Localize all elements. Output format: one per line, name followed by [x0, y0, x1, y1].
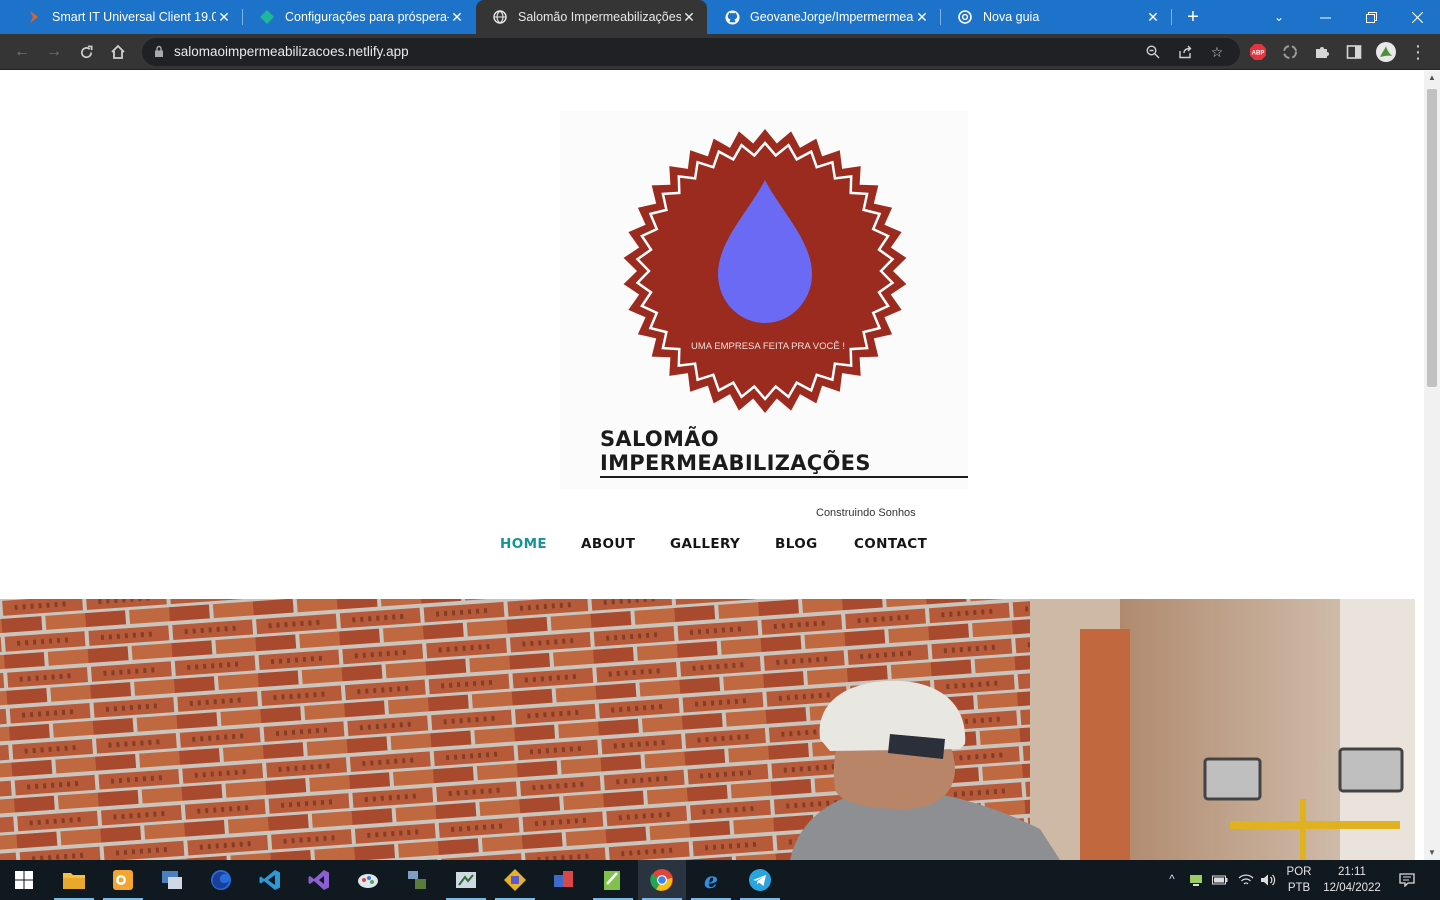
file-explorer-icon[interactable] — [50, 860, 98, 900]
nav-about[interactable]: ABOUT — [581, 536, 635, 552]
notifications-icon[interactable] — [1394, 860, 1420, 900]
tab-github[interactable]: GeovaneJorge/Impermermeabil ✕ — [708, 0, 940, 34]
language-code: POR — [1286, 866, 1312, 878]
url-text[interactable]: salomaoimpermeabilizacoes.netlify.app — [174, 44, 409, 59]
snipping-tool-icon[interactable] — [442, 860, 490, 900]
hero-photo-construction-worker — [0, 599, 1415, 860]
home-icon[interactable] — [104, 38, 132, 66]
network-adapter-icon[interactable] — [1186, 860, 1206, 900]
nav-blog[interactable]: BLOG — [775, 536, 818, 552]
show-hidden-icons-chevron-icon[interactable]: ^ — [1162, 860, 1182, 900]
web-page: UMA EMPRESA FEITA PRA VOCÊ ! SALOMÃO IMP… — [0, 71, 1424, 860]
input-language[interactable]: POR PTB — [1282, 860, 1316, 900]
tab-configuracoes[interactable]: Configurações para próspera-pi ✕ — [243, 0, 475, 34]
nav-home[interactable]: HOME — [500, 536, 547, 552]
close-tab-icon[interactable]: ✕ — [449, 9, 465, 26]
battery-icon[interactable] — [1210, 860, 1230, 900]
back-icon[interactable]: ← — [8, 38, 36, 66]
nav-contact[interactable]: CONTACT — [854, 536, 927, 552]
svg-text:ABP: ABP — [1252, 51, 1265, 57]
close-window-icon[interactable] — [1394, 0, 1440, 34]
close-tab-icon[interactable]: ✕ — [216, 9, 232, 26]
vscode-icon[interactable] — [246, 860, 294, 900]
firefox-icon[interactable] — [197, 860, 245, 900]
extensions-puzzle-icon[interactable] — [1308, 38, 1336, 66]
logo-tagline: Construindo Sonhos — [816, 507, 916, 519]
scroll-up-icon[interactable]: ▲ — [1424, 71, 1440, 85]
visual-studio-icon[interactable] — [295, 860, 343, 900]
profile-avatar[interactable] — [1372, 38, 1400, 66]
chrome-icon — [957, 9, 973, 25]
forward-icon[interactable]: → — [40, 38, 68, 66]
address-bar[interactable]: salomaoimpermeabilizacoes.netlify.app ☆ — [142, 38, 1240, 66]
windows-start-icon[interactable] — [0, 860, 48, 900]
notepad-plus-icon[interactable] — [589, 860, 637, 900]
git-tool-icon[interactable] — [491, 860, 539, 900]
site-logo[interactable]: UMA EMPRESA FEITA PRA VOCÊ ! SALOMÃO IMP… — [560, 111, 968, 519]
browser-menu-icon[interactable]: ⋮ — [1404, 38, 1432, 66]
scroll-down-icon[interactable]: ▼ — [1424, 846, 1440, 860]
close-tab-icon[interactable]: ✕ — [1145, 9, 1161, 26]
tab-title: Salomão Impermeabilizações — [518, 10, 681, 24]
adblock-icon[interactable]: ABP — [1244, 38, 1272, 66]
close-tab-icon[interactable]: ✕ — [914, 9, 930, 26]
logo-company-name: SALOMÃO IMPERMEABILIZAÇÕES — [600, 427, 968, 478]
close-tab-icon[interactable]: ✕ — [681, 9, 697, 26]
browser-toolbar: ← → salomaoimpermeabilizacoes.netlify.ap… — [0, 34, 1440, 70]
clock[interactable]: 21:11 12/04/2022 — [1318, 860, 1386, 900]
internet-explorer-icon[interactable]: e — [687, 860, 735, 900]
badge-slogan: UMA EMPRESA FEITA PRA VOCÊ ! — [691, 341, 845, 352]
globe-icon — [492, 9, 508, 25]
diamond-icon — [259, 9, 275, 25]
tab-strip: Smart IT Universal Client 19.08 ✕ Config… — [0, 0, 1440, 34]
wifi-icon[interactable] — [1236, 860, 1256, 900]
reload-icon[interactable] — [72, 38, 100, 66]
tab-title: Nova guia — [983, 10, 1040, 24]
telegram-icon[interactable] — [736, 860, 784, 900]
tab-smart-it[interactable]: Smart IT Universal Client 19.08 ✕ — [10, 0, 242, 34]
chrome-taskbar-icon[interactable] — [638, 860, 686, 900]
app-launcher-icon[interactable] — [540, 860, 588, 900]
lock-icon[interactable] — [154, 45, 164, 63]
tab-search-chevron-icon[interactable]: ⌄ — [1256, 0, 1302, 34]
outlook-icon[interactable] — [99, 860, 147, 900]
new-tab-icon[interactable]: + — [1170, 0, 1216, 34]
windows-taskbar: e ^ POR PTB 21:11 12/04/2022 — [0, 860, 1440, 900]
keyboard-layout: PTB — [1287, 882, 1311, 894]
zoom-icon[interactable] — [1142, 42, 1164, 62]
tab-title: GeovaneJorge/Impermermeabil — [750, 10, 914, 24]
minimize-icon[interactable] — [1302, 0, 1348, 34]
remote-desktop-icon[interactable] — [148, 860, 196, 900]
tab-salomao[interactable]: Salomão Impermeabilizações ✕ — [476, 0, 707, 34]
volume-icon[interactable] — [1258, 860, 1278, 900]
github-icon — [724, 9, 740, 25]
tab-nova-guia[interactable]: Nova guia ✕ — [941, 0, 1171, 34]
tab-title: Smart IT Universal Client 19.08 — [52, 10, 216, 24]
page-scrollbar[interactable]: ▲ ▼ — [1424, 71, 1440, 860]
svg-text:e: e — [704, 868, 718, 892]
clock-time: 21:11 — [1338, 866, 1366, 878]
network-tools-icon[interactable] — [393, 860, 441, 900]
restore-icon[interactable] — [1348, 0, 1394, 34]
seal-badge: UMA EMPRESA FEITA PRA VOCÊ ! — [623, 129, 907, 413]
clock-date: 12/04/2022 — [1323, 882, 1381, 894]
scrollbar-thumb[interactable] — [1427, 89, 1437, 387]
tab-title: Configurações para próspera-pi — [285, 10, 449, 24]
hero-image — [0, 599, 1415, 860]
nav-gallery[interactable]: GALLERY — [670, 536, 740, 552]
main-nav: HOME ABOUT GALLERY BLOG CONTACT — [0, 536, 1424, 556]
smartit-icon — [26, 9, 42, 25]
extension-sync-icon[interactable] — [1276, 38, 1304, 66]
bookmark-star-icon[interactable]: ☆ — [1206, 42, 1228, 62]
paint-icon[interactable] — [344, 860, 392, 900]
side-panel-icon[interactable] — [1340, 38, 1368, 66]
share-icon[interactable] — [1174, 42, 1196, 62]
